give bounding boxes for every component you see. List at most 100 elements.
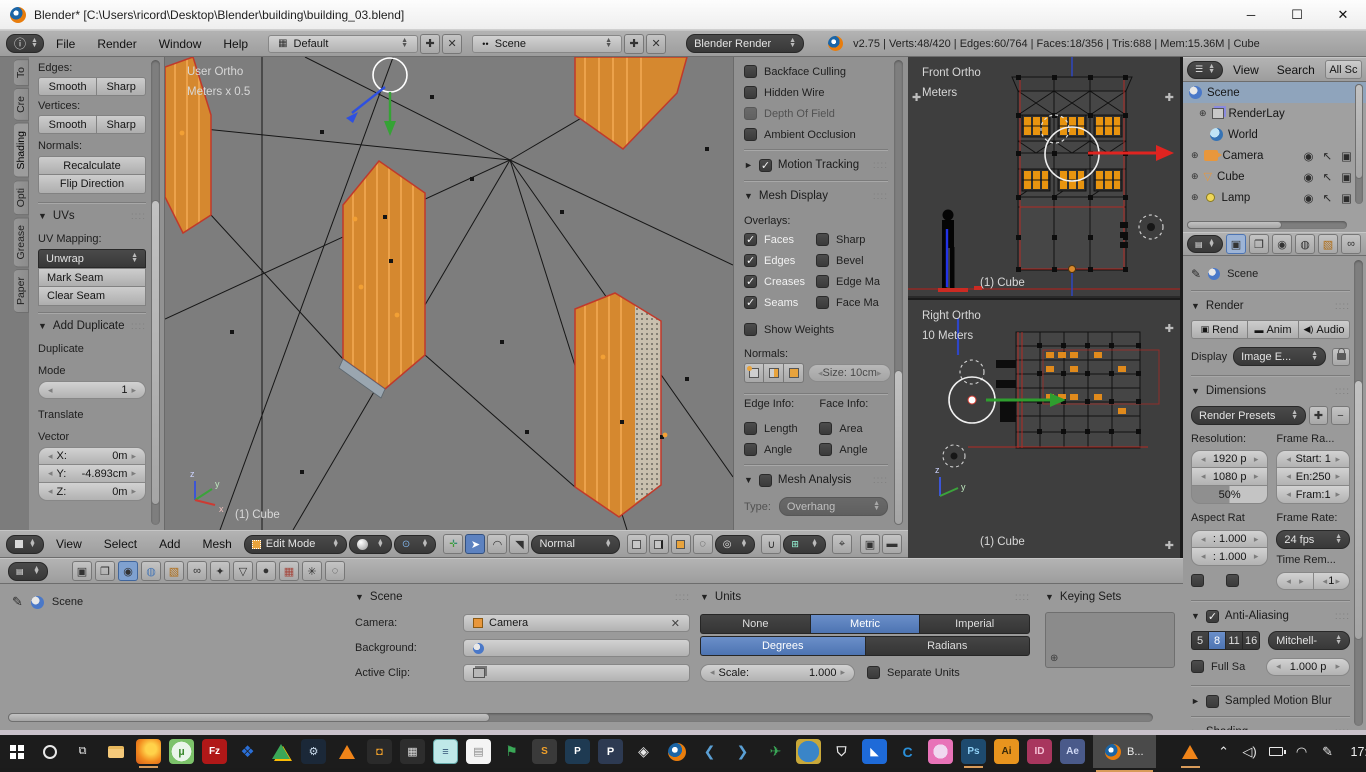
selectable-cursor-icon[interactable]: ↖ (1322, 191, 1332, 205)
delete-scene-button[interactable]: ✕ (646, 33, 667, 54)
checkbox-icon[interactable] (744, 296, 757, 309)
visual-studio-2-icon[interactable]: ❯ (730, 739, 755, 764)
show-weights-row[interactable]: Show Weights (744, 319, 888, 340)
tab-object-icon[interactable]: ▧ (1318, 234, 1338, 254)
tab-object-icon[interactable]: ▧ (164, 561, 184, 581)
volume-icon[interactable]: ◁) (1237, 735, 1263, 768)
mesh-analysis-panel-header[interactable]: ▼ Mesh Analysis:::: (744, 469, 888, 491)
outliner-display-filter[interactable]: All Sc (1324, 60, 1362, 79)
dimensions-panel-header[interactable]: ▼ Dimensions:::: (1191, 380, 1350, 402)
panel-drag-dots[interactable]: :::: (1015, 592, 1030, 603)
illustrator-icon[interactable]: Ai (994, 739, 1019, 764)
filezilla-icon[interactable]: Fz (202, 739, 227, 764)
overlay-bevel-row[interactable]: Bevel (816, 250, 888, 271)
face-angle-row[interactable]: Angle (819, 439, 888, 460)
blender-app-icon[interactable] (664, 739, 689, 764)
resolution-percentage-slider[interactable]: 50% (1191, 486, 1269, 504)
checkbox-icon[interactable] (816, 296, 829, 309)
close-button[interactable]: ✕ (1320, 0, 1366, 29)
face-area-row[interactable]: Area (819, 418, 888, 439)
menu-file[interactable]: File (46, 37, 85, 51)
globe-app-icon[interactable] (796, 739, 821, 764)
task-view-button[interactable]: ⧉ (70, 739, 95, 764)
mark-seam-button[interactable]: Mark Seam (38, 268, 146, 287)
unity-icon[interactable]: ◈ (631, 739, 656, 764)
panel-drag-dots[interactable]: :::: (131, 211, 146, 222)
add-keying-set-icon[interactable]: ⊕ (1050, 653, 1058, 664)
tab-options[interactable]: Opti (14, 179, 29, 215)
editor-type-info-button[interactable]: ⓘ ▲ ▼ (6, 34, 44, 53)
checkbox-icon[interactable] (744, 422, 757, 435)
remove-preset-button[interactable]: − (1331, 406, 1350, 425)
paint-app-icon[interactable]: ◣ (862, 739, 887, 764)
anti-aliasing-checkbox[interactable] (1205, 609, 1219, 623)
panel-drag-dots[interactable]: :::: (1335, 301, 1350, 312)
mesh-menu[interactable]: Mesh (192, 537, 241, 551)
notepad-icon[interactable]: ≡ (433, 739, 458, 764)
selectable-cursor-icon[interactable]: ↖ (1322, 170, 1332, 184)
overlay-edge-marks-row[interactable]: Edge Ma (816, 271, 888, 292)
add-menu[interactable]: Add (149, 537, 190, 551)
render-panel-header[interactable]: ▼ Render:::: (1191, 295, 1350, 317)
npanel-scrollbar[interactable] (894, 60, 903, 525)
region-plus-icon[interactable]: ✚ (1165, 322, 1174, 335)
overlay-sharp-row[interactable]: Sharp (816, 229, 888, 250)
display-mode-menu[interactable]: Image E... ▲ ▼ (1233, 347, 1326, 366)
scale-manipulator-toggle[interactable]: ◥ (509, 534, 530, 554)
scene-selector[interactable]: 🞄🞄 Scene ▲ ▼ (472, 34, 623, 53)
aftereffects-icon[interactable]: Ae (1060, 739, 1085, 764)
checkbox-icon[interactable] (744, 86, 757, 99)
border-checkbox[interactable] (1191, 574, 1204, 587)
vertices-sharp-button[interactable]: Sharp (96, 115, 146, 134)
motion-blur-checkbox[interactable] (1205, 694, 1219, 708)
window-titlebar[interactable]: Blender* [C:\Users\ricord\Desktop\Blende… (0, 0, 1366, 30)
viewport-right-ortho[interactable]: z y Right Ortho 10 Meters (1) Cube ✚ ✚ (908, 300, 1180, 558)
time-remap-old-field[interactable]: ◂ ▸ (1276, 572, 1314, 590)
overlay-edges-row[interactable]: Edges (744, 250, 816, 271)
expand-plus-icon[interactable]: ⊕ (1191, 171, 1199, 182)
vertex-normals-toggle-icon[interactable] (744, 363, 764, 383)
face-select-toggle[interactable] (670, 534, 691, 554)
selectable-cursor-icon[interactable]: ↖ (1322, 149, 1332, 163)
sublime-text-icon[interactable]: S (532, 739, 557, 764)
add-scene-button[interactable]: ✚ (624, 33, 645, 54)
editor-type-properties-button[interactable]: ▤ ▲ ▼ (1187, 235, 1223, 253)
tab-world-icon[interactable]: ◍ (1295, 234, 1315, 254)
outliner-row-camera[interactable]: ⊕ Camera ◉ ↖ ▣ (1183, 145, 1366, 166)
frame-end-field[interactable]: ◂ En:250 ▸ (1276, 468, 1350, 486)
outliner-h-scrollbar[interactable] (1187, 221, 1347, 229)
render-audio-button[interactable]: ◀) Audio (1298, 320, 1350, 339)
region-plus-icon[interactable]: ✚ (1165, 539, 1174, 552)
aa-samples-16-button[interactable]: 16 (1242, 631, 1261, 650)
checkbox-icon[interactable] (1191, 660, 1204, 673)
outliner-row-scene[interactable]: Scene (1183, 82, 1366, 103)
outliner-row-cube[interactable]: ⊕ ▽ Cube ◉ ↖ ▣ (1183, 166, 1366, 187)
snap-element-selector[interactable]: ⊞ ▲ ▼ (783, 534, 826, 554)
aspect-x-field[interactable]: ◂: 1.000 ▸ (1191, 530, 1269, 548)
outliner-view-menu[interactable]: View (1225, 63, 1267, 77)
panel-drag-dots[interactable]: :::: (873, 191, 888, 202)
sampled-motion-blur-panel-header[interactable]: ► Sampled Motion Blur (1191, 690, 1350, 712)
uvs-panel-header[interactable]: ▼ UVs:::: (38, 205, 146, 227)
panel-drag-dots[interactable]: :::: (131, 321, 146, 332)
panel-drag-dots[interactable]: :::: (675, 592, 690, 603)
pin-icon[interactable]: ✎ (12, 594, 23, 610)
mode-slider[interactable]: ◂ 1 ▸ (38, 381, 146, 399)
vlc-icon[interactable] (334, 739, 359, 764)
tab-create[interactable]: Cre (14, 88, 29, 122)
wifi-icon[interactable]: ◠ (1289, 735, 1315, 768)
render-animation-button[interactable]: ▬ Anim (1247, 320, 1298, 339)
tab-constraints-icon[interactable]: ∞ (187, 561, 207, 581)
tab-shading[interactable]: Shading (14, 123, 29, 178)
clock[interactable]: 17:44 (1341, 745, 1366, 759)
mesh-display-panel-header[interactable]: ▼ Mesh Display:::: (744, 185, 888, 207)
maximize-button[interactable]: ☐ (1274, 0, 1320, 29)
motion-tracking-checkbox[interactable] (758, 158, 772, 172)
overlay-faces-row[interactable]: Faces (744, 229, 816, 250)
checkbox-icon[interactable] (744, 323, 757, 336)
checkbox-icon[interactable] (744, 275, 757, 288)
manipulator-axis-toggle[interactable]: ✛ (443, 534, 464, 554)
blender-active-task[interactable]: B... (1093, 735, 1156, 772)
add-duplicate-panel-header[interactable]: ▼ Add Duplicate:::: (38, 315, 146, 337)
overlay-creases-row[interactable]: Creases (744, 271, 816, 292)
